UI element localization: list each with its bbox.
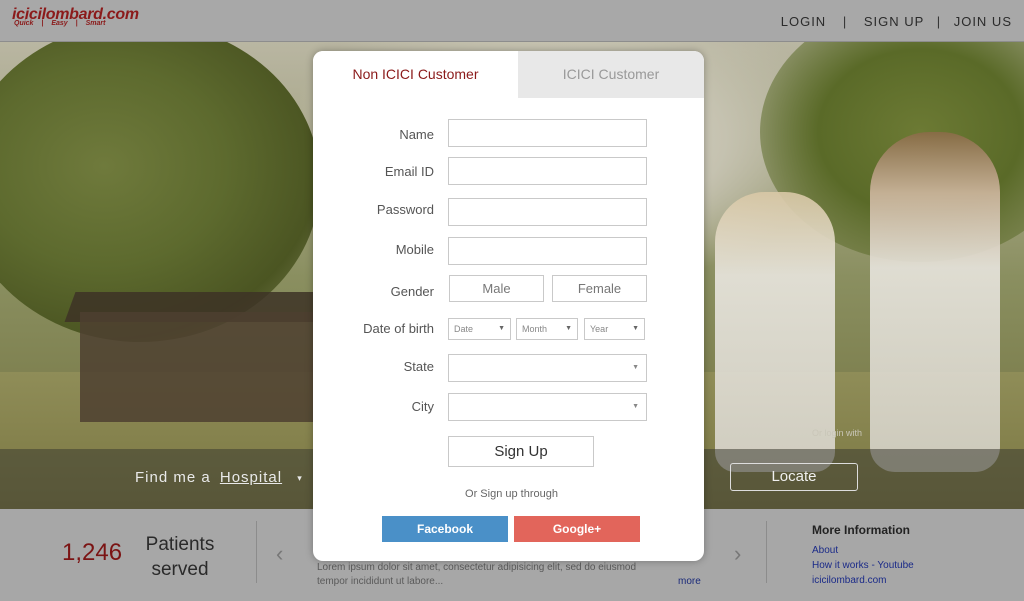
chevron-down-icon[interactable]: ▾ xyxy=(297,473,303,483)
dob-year-select[interactable]: Year ▼ xyxy=(584,318,645,340)
chevron-down-icon: ▼ xyxy=(632,325,639,332)
tagline-quick: Quick xyxy=(14,20,34,27)
gender-label: Gender xyxy=(390,284,434,299)
dob-date-value: Date xyxy=(454,324,474,334)
customer-tabs: Non ICICI Customer ICICI Customer xyxy=(313,51,704,98)
password-input[interactable] xyxy=(449,199,646,225)
name-label: Name xyxy=(399,127,434,142)
name-input[interactable] xyxy=(449,120,646,146)
divider xyxy=(766,521,767,583)
hospital-type-dropdown[interactable]: Hospital xyxy=(220,469,282,486)
chevron-down-icon: ▼ xyxy=(632,364,639,371)
google-plus-button[interactable]: Google+ xyxy=(514,516,640,542)
mobile-field[interactable] xyxy=(448,237,647,265)
divider xyxy=(256,521,257,583)
chevron-down-icon: ▼ xyxy=(632,403,639,410)
nav-signup-link[interactable]: SIGN UP xyxy=(864,14,924,29)
dob-month-select[interactable]: Month ▼ xyxy=(516,318,578,340)
chevron-down-icon: ▼ xyxy=(498,325,505,332)
state-select[interactable]: ▼ xyxy=(448,354,647,382)
email-input[interactable] xyxy=(449,158,646,184)
header-bar: icicilombard.com Quick | Easy | Smart LO… xyxy=(0,0,1024,42)
dob-month-value: Month xyxy=(522,324,548,334)
about-link[interactable]: About xyxy=(812,543,914,558)
or-login-with-text: Or login with xyxy=(812,428,863,438)
signup-button[interactable]: Sign Up xyxy=(448,436,594,467)
top-nav: LOGIN | SIGN UP | JOIN US xyxy=(781,14,1012,29)
find-label: Find me a xyxy=(135,469,211,486)
next-arrow-icon[interactable]: › xyxy=(734,541,741,567)
state-label: State xyxy=(403,359,434,374)
tagline-smart: Smart xyxy=(85,20,106,27)
website-link[interactable]: icicilombard.com xyxy=(812,573,914,588)
signup-modal: Non ICICI Customer ICICI Customer Name E… xyxy=(313,51,704,561)
gender-male-button[interactable]: Male xyxy=(449,275,544,302)
tagline-sep: | xyxy=(41,20,44,27)
dob-year-value: Year xyxy=(590,324,609,334)
email-field[interactable] xyxy=(448,157,647,185)
nav-separator: | xyxy=(936,14,942,29)
email-label: Email ID xyxy=(384,164,434,179)
password-field[interactable] xyxy=(448,198,647,226)
logo-tagline: Quick | Easy | Smart xyxy=(14,20,111,27)
city-label: City xyxy=(411,399,434,414)
dob-date-select[interactable]: Date ▼ xyxy=(448,318,511,340)
woman-figure xyxy=(870,132,1000,472)
nav-separator: | xyxy=(842,14,848,29)
how-it-works-link[interactable]: How it works - Youtube xyxy=(812,558,914,573)
prev-arrow-icon[interactable]: ‹ xyxy=(276,541,283,567)
more-link[interactable]: more xyxy=(678,576,701,587)
more-info-title: More Information xyxy=(812,523,910,537)
tab-non-icici-customer[interactable]: Non ICICI Customer xyxy=(313,51,518,98)
patients-count: 1,246 xyxy=(62,539,123,566)
gender-female-button[interactable]: Female xyxy=(552,275,647,302)
more-information-panel: More Information About How it works - Yo… xyxy=(812,523,914,588)
or-signup-text: Or Sign up through xyxy=(465,488,558,500)
city-select[interactable]: ▼ xyxy=(448,393,647,421)
nav-login-link[interactable]: LOGIN xyxy=(781,14,826,29)
chevron-down-icon: ▼ xyxy=(565,325,572,332)
mobile-input[interactable] xyxy=(449,238,646,264)
testimonial-text: Lorem ipsum dolor sit amet, consectetur … xyxy=(317,562,637,587)
password-label: Password xyxy=(376,202,434,217)
locate-button[interactable]: Locate xyxy=(730,463,858,491)
facebook-button[interactable]: Facebook xyxy=(382,516,508,542)
tagline-sep: | xyxy=(75,20,78,27)
name-field[interactable] xyxy=(448,119,647,147)
tab-icici-customer[interactable]: ICICI Customer xyxy=(518,51,704,98)
patients-label: Patients served xyxy=(145,534,215,580)
mobile-label: Mobile xyxy=(395,242,434,257)
nav-join-link[interactable]: JOIN US xyxy=(954,14,1012,29)
tagline-easy: Easy xyxy=(51,20,68,27)
find-hospital: Find me a Hospital ▾ xyxy=(135,469,303,486)
dob-label: Date of birth xyxy=(363,321,434,336)
wooden-shed xyxy=(80,312,320,422)
